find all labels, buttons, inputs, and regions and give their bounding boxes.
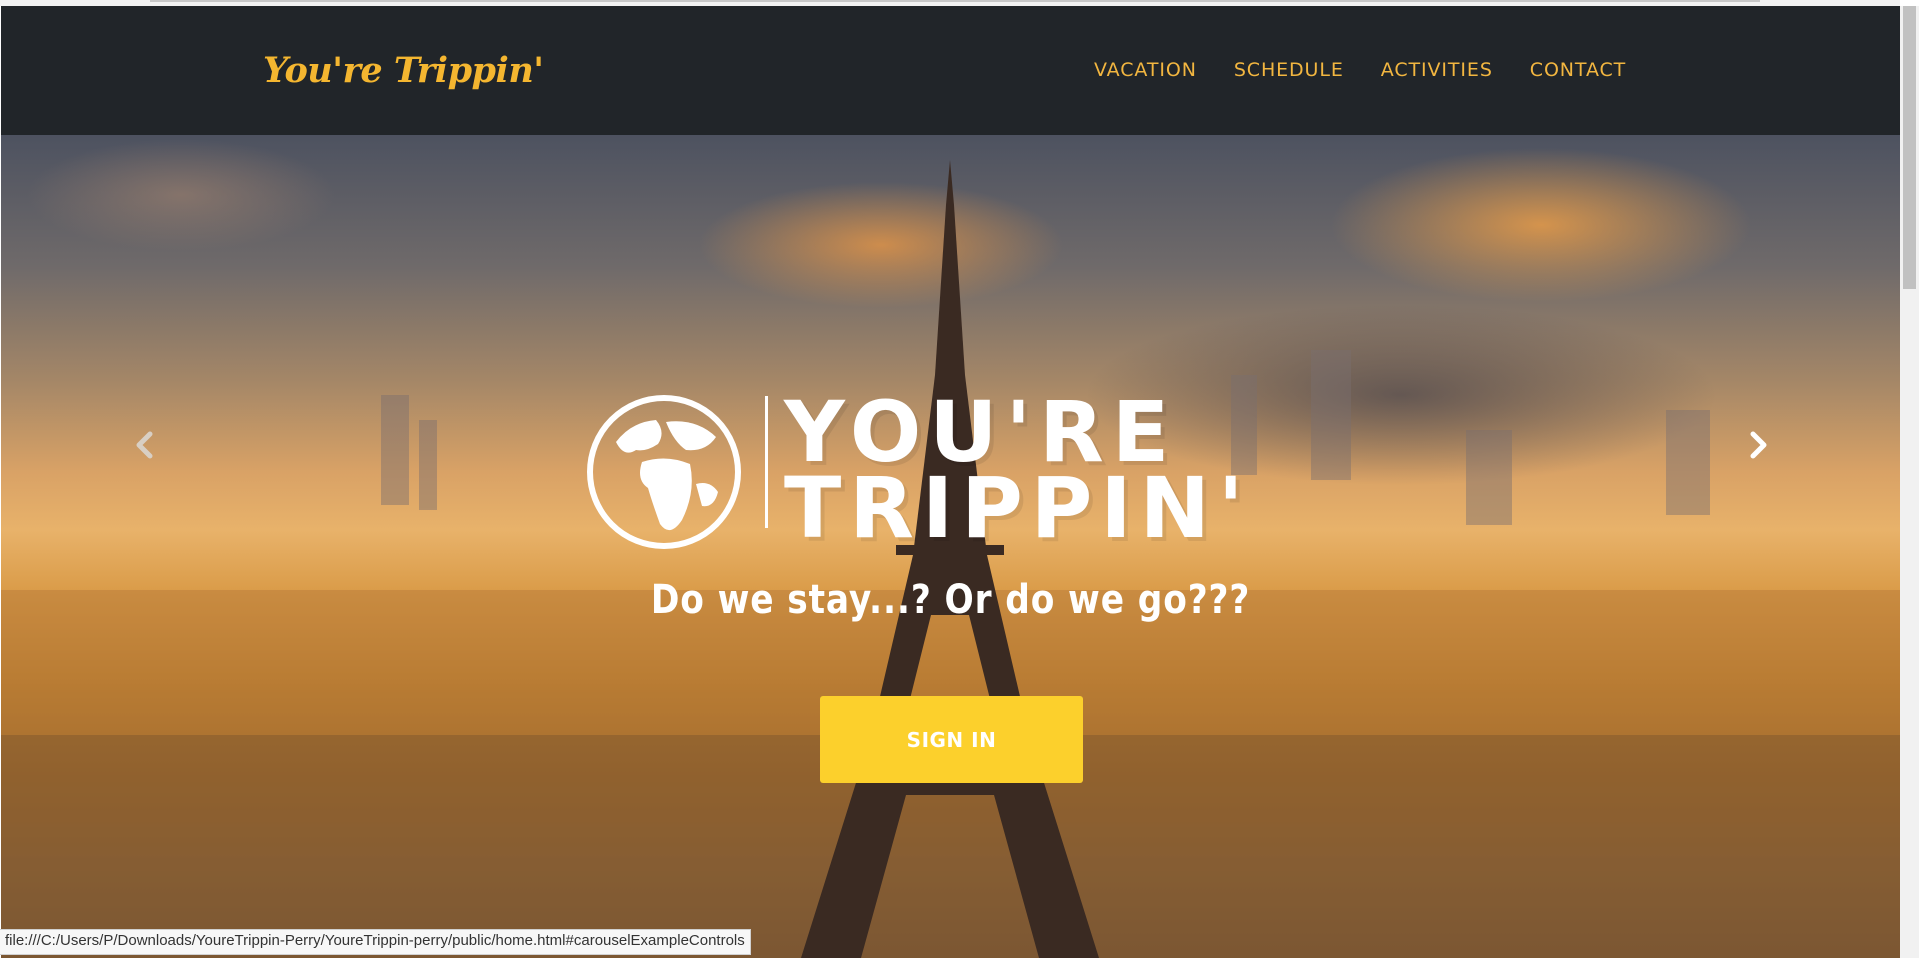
nav-item-activities[interactable]: ACTIVITIES [1381, 59, 1493, 81]
scrollbar-thumb[interactable] [1903, 6, 1916, 289]
nav-item-schedule[interactable]: SCHEDULE [1234, 59, 1344, 81]
globe-icon [587, 395, 741, 549]
carousel-prev-button[interactable] [114, 415, 174, 475]
hero-logo: YOU'RE TRIPPIN' [586, 390, 1306, 550]
hero-tagline: Do we stay...? Or do we go??? [650, 577, 1251, 623]
chevron-right-icon [1750, 431, 1767, 459]
carousel-next-button[interactable] [1729, 415, 1789, 475]
nav-item-contact[interactable]: CONTACT [1530, 59, 1626, 81]
chevron-left-icon [136, 431, 153, 459]
browser-top-bar [150, 0, 1760, 2]
nav-item-vacation[interactable]: VACATION [1094, 59, 1197, 81]
navbar: You're Trippin' VACATION SCHEDULE ACTIVI… [1, 6, 1900, 135]
logo-text: YOU'RE TRIPPIN' [784, 390, 1314, 557]
hero-carousel: YOU'RE TRIPPIN' Do we stay...? Or do we … [1, 135, 1900, 958]
brand-logo[interactable]: You're Trippin' [263, 50, 544, 91]
sign-in-button[interactable]: SIGN IN [820, 696, 1083, 783]
vertical-scrollbar[interactable] [1900, 6, 1919, 958]
logo-divider [765, 396, 768, 528]
status-bar-url: file:///C:/Users/P/Downloads/YoureTrippi… [0, 929, 751, 955]
nav-links: VACATION SCHEDULE ACTIVITIES CONTACT [1094, 59, 1626, 81]
logo-line-2: TRIPPIN' [784, 459, 1252, 557]
